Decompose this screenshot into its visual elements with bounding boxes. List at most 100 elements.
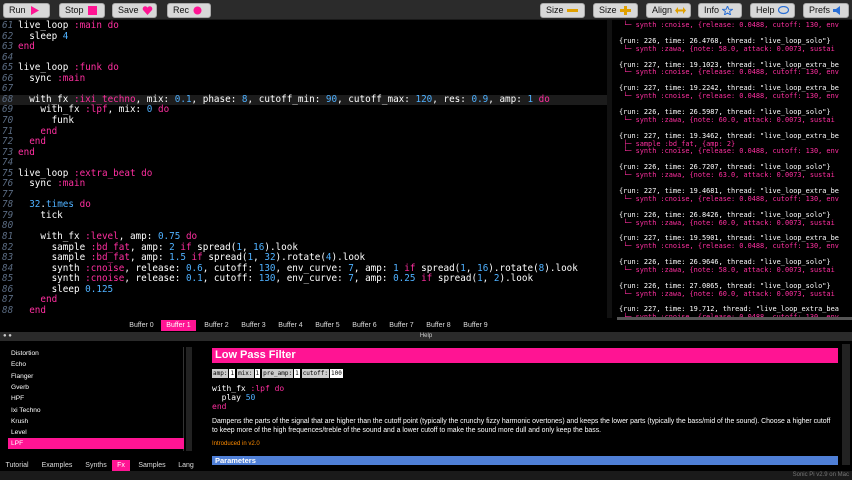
code-token: :cnoise: [85, 262, 125, 274]
play-icon: [29, 6, 40, 15]
prefs-button[interactable]: Prefs: [803, 3, 849, 18]
speech-bubble-icon: [777, 5, 789, 15]
fx-list-item[interactable]: Gverb: [8, 382, 184, 393]
code-token: live_loop: [18, 20, 74, 31]
editor-scrollbar[interactable]: [607, 20, 612, 318]
log-entry-detail: └─ synth :zawa, {note: 60.0, attack: 0.0…: [619, 115, 835, 124]
tab-synths[interactable]: Synths: [80, 460, 112, 471]
code-token: :bd_fat: [90, 252, 130, 264]
log-entry-detail: └─ synth :cnoise, {release: 0.0488, cuto…: [619, 242, 839, 251]
tab-buffer-0[interactable]: Buffer 0: [124, 320, 159, 331]
log-entry-header: {run: 226, time: 26.8426, thread: "live_…: [619, 210, 831, 219]
tab-buffer-5[interactable]: Buffer 5: [310, 320, 345, 331]
align-button[interactable]: Align: [646, 3, 691, 18]
code-token: funk: [18, 114, 74, 126]
code-token: ).look: [544, 262, 578, 274]
log-entry-detail: └─ synth :cnoise, {release: 0.0488, cuto…: [619, 147, 839, 156]
code-token: if: [404, 262, 416, 274]
fx-list-item[interactable]: Flanger: [8, 371, 184, 382]
code-token: sleep: [18, 30, 63, 42]
code-token: 130: [258, 262, 276, 274]
code-token: , amp:: [353, 273, 394, 285]
code-line: 61 live_loop :main do: [0, 20, 612, 32]
fx-list-item[interactable]: Echo: [8, 359, 184, 370]
fx-list-item[interactable]: Krush: [8, 416, 184, 427]
code-token: 0.125: [85, 283, 114, 295]
log-entry-detail: └─ synth :zawa, {note: 60.0, attack: 0.0…: [619, 218, 835, 227]
help-bar-title: Help: [419, 333, 433, 339]
log-entry-header: {run: 226, time: 26.9646, thread: "live_…: [619, 258, 831, 266]
code-token: , cutoff_max:: [337, 93, 416, 105]
fx-list-item[interactable]: HPF: [8, 393, 184, 404]
status-bar: Sonic Pi v2.9 on Mac: [0, 471, 852, 480]
code-token: end: [18, 125, 58, 137]
info-button[interactable]: Info: [698, 3, 742, 18]
fx-list-scrollbar[interactable]: [186, 347, 192, 451]
plus-icon: [619, 6, 631, 15]
code-token: :extra_beat: [73, 167, 136, 179]
code-token: do: [185, 231, 198, 242]
fx-list-item[interactable]: Level: [8, 427, 184, 438]
line-number: 88: [2, 304, 14, 316]
run-button[interactable]: Run: [3, 3, 50, 18]
code-token: 32: [264, 252, 276, 264]
fx-list-item[interactable]: Distortion: [8, 348, 184, 359]
rec-button[interactable]: Rec: [167, 3, 211, 18]
log-entry-header: {run: 226, time: 26.7207, thread: "live_…: [619, 163, 831, 172]
line-number: 81: [2, 231, 14, 242]
doc-description: Dampens the parts of the signal that are…: [212, 418, 831, 434]
code-token: spread(: [415, 262, 461, 274]
code-line: 77: [0, 189, 612, 201]
save-button[interactable]: Save: [112, 3, 157, 18]
tab-buffer-1[interactable]: Buffer 1: [161, 320, 196, 331]
code-token: with_fx: [18, 104, 86, 116]
line-number: 72: [2, 136, 14, 148]
fx-list-item[interactable]: Ixi Techno: [8, 405, 184, 416]
tab-examples[interactable]: Examples: [38, 460, 76, 471]
code-editor[interactable]: 61 live_loop :main do 62 sleep 4 63 end 64 65 l…: [0, 20, 612, 318]
code-token: :main: [73, 20, 102, 31]
tab-buffer-6[interactable]: Buffer 6: [347, 320, 382, 331]
doc-param-defaults: amp: 1 mix: 1 pre_amp: 1 cutoff: 100: [212, 369, 345, 378]
code-token: 120: [415, 93, 433, 105]
code-token: 0.1: [185, 273, 203, 285]
tab-buffer-4[interactable]: Buffer 4: [273, 320, 308, 331]
align-arrows-icon: [675, 6, 687, 15]
doc-scrollbar[interactable]: [842, 344, 850, 465]
code-token: if: [191, 252, 203, 264]
tab-buffer-8[interactable]: Buffer 8: [421, 320, 456, 331]
tab-buffer-7[interactable]: Buffer 7: [384, 320, 419, 331]
stop-button[interactable]: Stop: [59, 3, 105, 18]
log-entry-detail: └─ synth :zawa, {note: 58.0, attack: 0.0…: [619, 265, 835, 274]
fx-list-item[interactable]: LPF: [8, 438, 184, 450]
size-text-button[interactable]: Size: [540, 3, 585, 18]
tab-tutorial[interactable]: Tutorial: [2, 460, 32, 471]
code-line: 70 funk: [0, 114, 612, 127]
code-token: do: [79, 199, 91, 211]
code-token: , mix:: [135, 93, 175, 105]
tab-fx[interactable]: Fx: [112, 460, 130, 471]
code-token: spread(: [202, 252, 248, 264]
log-entry-header: {run: 227, time: 19.3462, thread: "live_…: [619, 131, 839, 140]
buffer-tabs: Buffer 0 Buffer 1 Buffer 2 Buffer 3 Buffer 4…: [0, 320, 852, 332]
help-button[interactable]: Help: [750, 3, 795, 18]
log-entry-detail: └─ synth :zawa, {note: 60.0, attack: 0.0…: [619, 289, 835, 298]
code-token: 0.6: [185, 262, 203, 274]
tab-samples[interactable]: Samples: [135, 460, 169, 471]
tab-lang[interactable]: Lang: [174, 460, 198, 471]
param-name: amp:: [212, 369, 229, 378]
code-token: 16: [253, 241, 265, 253]
tab-buffer-9[interactable]: Buffer 9: [458, 320, 493, 331]
code-token: 32: [18, 199, 41, 211]
code-line: 75 live_loop :extra_beat do: [0, 167, 612, 180]
log-entry-header: {run: 226, time: 27.0865, thread: "live_…: [619, 281, 831, 290]
code-token: with_fx: [18, 93, 74, 105]
version-label: Sonic Pi v2.9 on Mac: [792, 472, 849, 478]
tab-buffer-3[interactable]: Buffer 3: [236, 320, 271, 331]
tab-buffer-2[interactable]: Buffer 2: [199, 320, 234, 331]
param-default: 1: [294, 369, 300, 378]
code-token: sync: [18, 72, 58, 84]
code-token: :level: [85, 231, 119, 242]
code-token: , cutoff_min:: [247, 93, 326, 105]
size-zoom-button[interactable]: Size: [593, 3, 638, 18]
